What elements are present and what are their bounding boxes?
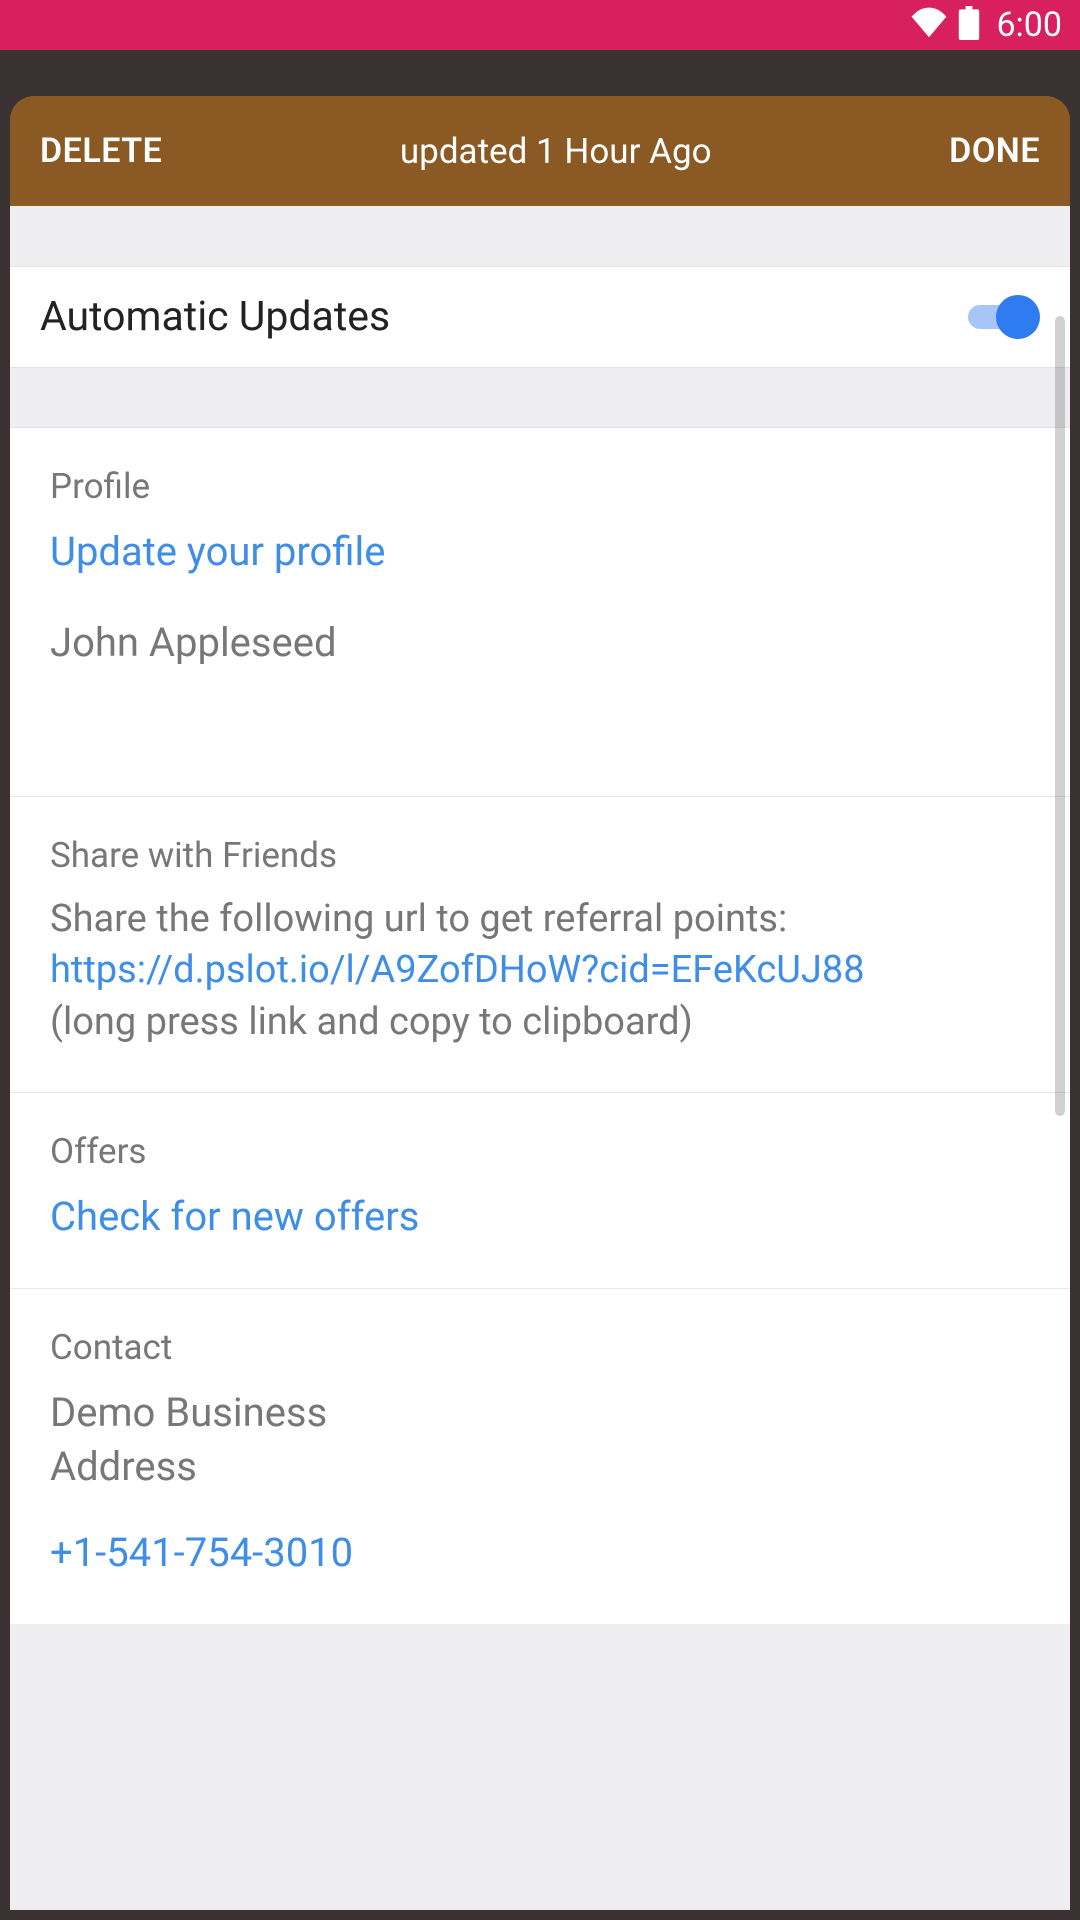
header-title: updated 1 Hour Ago [400,131,712,172]
automatic-updates-row[interactable]: Automatic Updates [10,266,1070,368]
share-intro-text: Share the following url to get referral … [50,894,1030,945]
content-scroll[interactable]: Automatic Updates Profile Update your pr… [10,206,1070,1910]
automatic-updates-label: Automatic Updates [40,293,390,341]
share-title: Share with Friends [50,835,1030,876]
contact-address: Address [50,1440,1030,1494]
contact-phone-link[interactable]: +1-541-754-3010 [50,1526,1030,1580]
profile-section: Profile Update your profile John Applese… [10,428,1070,797]
wifi-icon [910,4,948,46]
profile-name: John Appleseed [50,619,1030,666]
update-profile-link[interactable]: Update your profile [50,525,1030,579]
share-hint-text: (long press link and copy to clipboard) [50,997,1030,1048]
spacer [10,206,1070,266]
share-url-link[interactable]: https://d.pslot.io/l/A9ZofDHoW?cid=EFeKc… [50,945,1030,996]
settings-card: DELETE updated 1 Hour Ago DONE Automatic… [10,96,1070,1910]
battery-icon [958,6,980,44]
contact-business-name: Demo Business [50,1386,1030,1440]
delete-button[interactable]: DELETE [40,131,162,171]
contact-title: Contact [50,1327,1030,1368]
app-bar-spacer [0,50,1080,96]
status-bar: 6:00 [0,0,1080,50]
check-offers-link[interactable]: Check for new offers [50,1190,1030,1244]
offers-title: Offers [50,1131,1030,1172]
status-time: 6:00 [996,5,1062,45]
share-section: Share with Friends Share the following u… [10,797,1070,1093]
scrollbar[interactable] [1055,316,1065,1116]
done-button[interactable]: DONE [949,131,1040,171]
profile-title: Profile [50,466,1030,507]
automatic-updates-toggle[interactable] [968,295,1040,339]
offers-section: Offers Check for new offers [10,1093,1070,1289]
card-header: DELETE updated 1 Hour Ago DONE [10,96,1070,206]
spacer [10,368,1070,428]
contact-section: Contact Demo Business Address +1-541-754… [10,1289,1070,1624]
